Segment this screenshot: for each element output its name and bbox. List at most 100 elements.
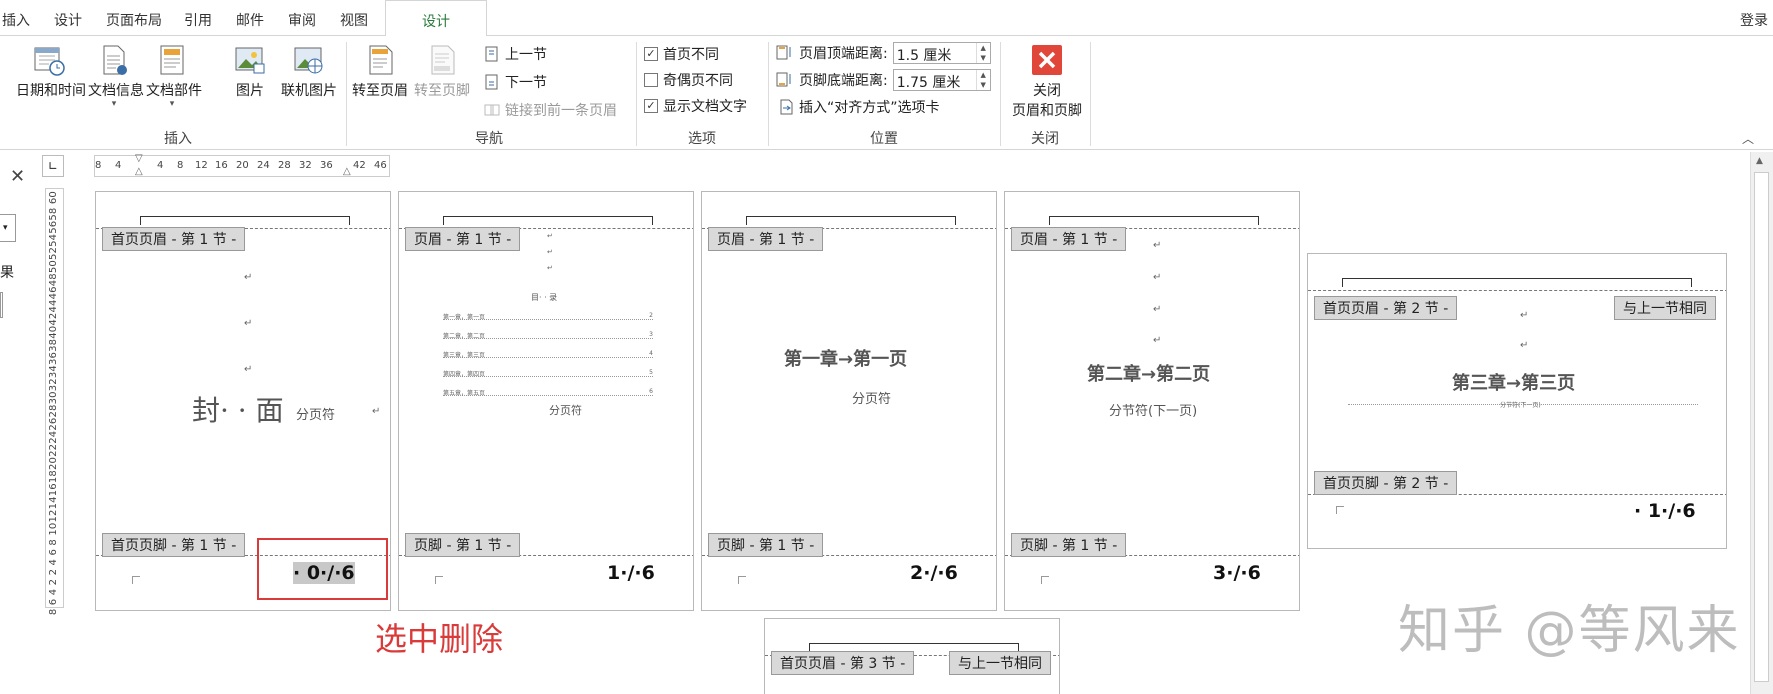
hanging-indent-icon[interactable]: △ [135,166,143,177]
first-page-different-checkbox[interactable]: ✓ 首页不同 [644,44,719,64]
insert-alignment-tab-button[interactable]: 插入“对齐方式”选项卡 [778,97,940,117]
same-as-previous-label: 与上一节相同 [949,651,1051,675]
ruler-number: 4 [157,160,164,171]
paragraph-mark: ↵ [1153,304,1162,315]
right-indent-icon[interactable]: △ [343,166,351,177]
header-label: 页眉 - 第 1 节 - [405,227,521,251]
ruler-number: 36 [320,160,333,171]
next-section-label: 下一节 [505,75,547,91]
footer-position-icon [776,72,791,87]
show-document-text-checkbox[interactable]: ✓ 显示文档文字 [644,96,747,116]
ruler-number: 8 [95,160,102,171]
toc-entry-text: 第一章，第一页 [443,314,486,321]
picture-button[interactable]: 图片 [232,44,268,100]
picture-label: 图片 [236,83,264,99]
toc-entry[interactable]: 第五章，第五页 6 [443,388,653,397]
header-line [746,216,956,225]
chapter-heading: 第一章→第一页 [784,349,908,370]
footer-label: 页脚 - 第 1 节 - [1011,533,1127,557]
first-page-header-label: 首页页眉 - 第 3 节 - [771,651,915,675]
datetime-button[interactable]: 日期和时间 [16,44,86,100]
online-picture-icon [294,47,323,74]
toc-entry-page: 6 [649,388,653,395]
online-picture-label: 联机图片 [281,83,337,99]
parts-label: 文档部件 [146,83,202,99]
page-number[interactable]: 1·/·6 [607,562,655,584]
tab-stop-selector[interactable]: ∟ [42,155,64,177]
ruler-number: 42 [353,160,366,171]
paragraph-mark: ↵ [1520,310,1529,321]
docinfo-button[interactable]: 文档信息 ▾ [88,44,144,109]
close-header-footer-button[interactable]: 关闭 页眉和页脚 [1006,44,1088,120]
link-to-previous-button: 链接到前一条页眉 [484,100,617,120]
tab-header-footer-design[interactable]: 设计 [385,0,487,37]
annotation-text: 选中删除 [375,620,504,658]
group-label-navigation: 导航 [475,131,503,147]
first-page-footer-label: 首页页脚 - 第 2 节 - [1314,471,1458,495]
odd-even-different-label: 奇偶页不同 [663,73,733,89]
checkbox-checked: ✓ [644,47,658,61]
goto-footer-label: 转至页脚 [414,83,470,99]
header-distance-input[interactable]: 1.5 厘米 ▲ ▼ [892,42,991,64]
pane-dropdown[interactable]: ▾ [0,214,16,242]
spin-arrows-icon[interactable]: ▲ ▼ [975,43,990,63]
close-pane-icon[interactable]: ✕ [10,166,25,187]
spin-arrows-icon[interactable]: ▲ ▼ [975,70,990,90]
toc-entry[interactable]: 第二章，第二页 3 [443,331,653,340]
tab-page-layout[interactable]: 页面布局 [106,10,162,30]
tab-design-page[interactable]: 设计 [54,10,82,30]
group-label-position: 位置 [870,131,898,147]
header-line [443,216,653,225]
insert-alignment-tab-label: 插入“对齐方式”选项卡 [799,100,940,116]
scroll-up-icon[interactable]: ▲ [1756,156,1763,166]
online-picture-button[interactable]: 联机图片 [276,44,342,100]
parts-button[interactable]: 文档部件 ▾ [146,44,202,109]
cover-title: 封· · 面 [192,394,284,427]
tab-insert[interactable]: 插入 [2,10,30,30]
tab-review[interactable]: 审阅 [288,10,316,30]
corner-mark [1041,576,1049,584]
ruler-number: 32 [299,160,312,171]
footer-distance-input[interactable]: 1.75 厘米 ▲ ▼ [892,69,991,91]
corner-mark [738,576,746,584]
collapse-ribbon-icon[interactable]: ︿ [1742,130,1754,147]
toc-entry[interactable]: 第一章，第一页 2 [443,312,653,321]
page-number[interactable]: · 1·/·6 [1634,500,1696,522]
page-number[interactable]: 3·/·6 [1213,562,1261,584]
tab-view[interactable]: 视图 [340,10,368,30]
toc-entry-page: 3 [649,331,653,338]
toc-entry[interactable]: 第三章，第三页 4 [443,350,653,359]
odd-even-different-checkbox[interactable]: 奇偶页不同 [644,70,733,90]
next-section-button[interactable]: 下一节 [484,72,547,92]
first-page-header-label: 首页页眉 - 第 1 节 - [102,227,246,251]
indent-marker-icon[interactable]: ▽ [135,153,143,164]
chapter-heading: 第三章→第三页 [1452,373,1576,394]
toc-entry[interactable]: 第四章，第四页 5 [443,369,653,378]
page-5: 首页页眉 - 第 2 节 - 与上一节相同 ↵ ↵ 第三章→第三页 分节符(下一… [1307,253,1727,549]
group-divider [1000,42,1001,146]
section-break-marker: 分节符(下一页) [1109,404,1198,419]
ruler-number: 12 [195,160,208,171]
group-divider [636,42,637,146]
chevron-down-icon: ▾ [169,99,175,109]
tab-mailings[interactable]: 邮件 [236,10,264,30]
link-icon [484,104,500,116]
login-link[interactable]: 登录 [1740,10,1768,30]
tab-references[interactable]: 引用 [184,10,212,30]
checkbox-unchecked [644,73,658,87]
pane-result-label: 果 [0,265,14,281]
vertical-scrollbar[interactable]: ▲ [1750,152,1773,694]
header-line [1342,278,1692,287]
corner-mark [435,576,443,584]
page-number[interactable]: 2·/·6 [910,562,958,584]
goto-header-button[interactable]: 转至页眉 [352,44,408,100]
prev-section-label: 上一节 [505,47,547,63]
page-break-marker: 分页符 [549,404,582,417]
first-page-different-label: 首页不同 [663,47,719,63]
page-3: 页眉 - 第 1 节 - 第一章→第一页 分页符 页脚 - 第 1 节 - 2·… [701,191,997,611]
scrollbar-thumb[interactable] [1754,172,1769,682]
header-label: 页眉 - 第 1 节 - [1011,227,1127,251]
header-label: 页眉 - 第 1 节 - [708,227,824,251]
ruler-number: 28 [278,160,291,171]
prev-section-button[interactable]: 上一节 [484,44,547,64]
